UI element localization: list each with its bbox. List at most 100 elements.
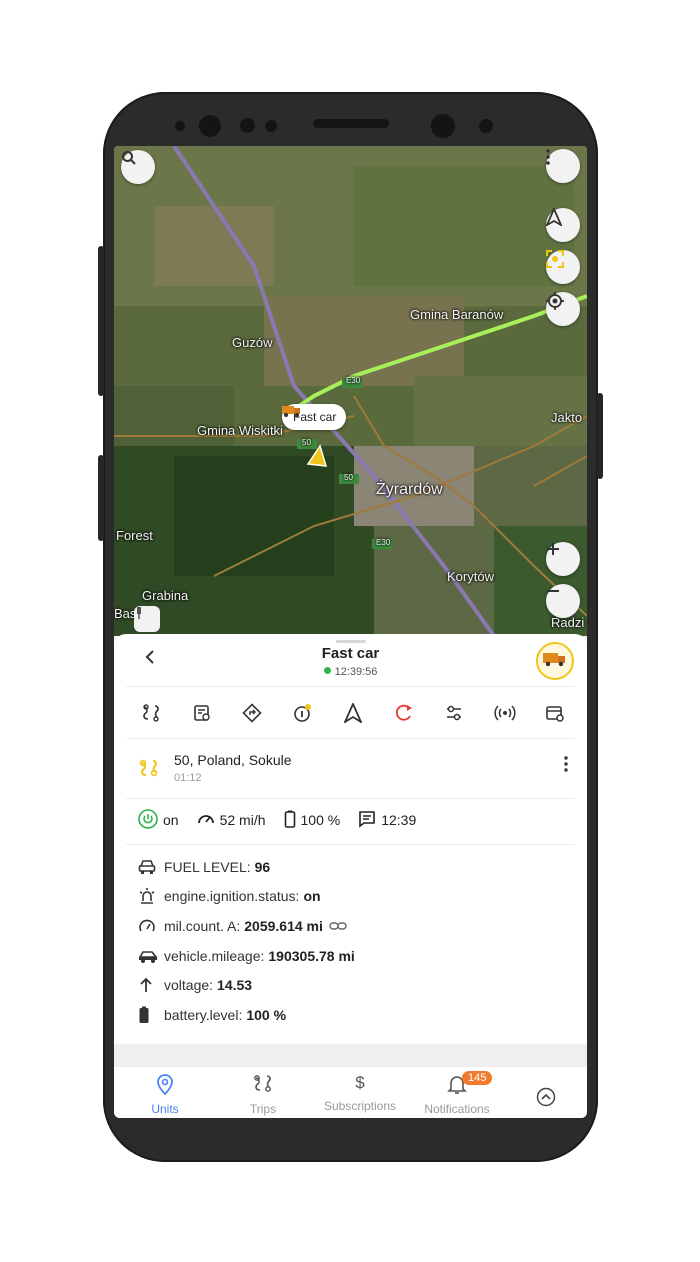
ignition-stat: on [138,808,179,832]
divider [126,844,575,845]
map-label-city: Żyrardów [376,481,443,498]
navigate-button[interactable] [340,701,366,728]
unit-name: Fast car [321,645,380,662]
sensor-dot [479,119,493,133]
road-number: 50 [344,473,353,482]
param-label: FUEL LEVEL: [164,858,251,875]
param-label: engine.ignition.status: [164,888,300,905]
map-layer-button[interactable] [134,606,160,632]
unit-direction-pointer[interactable] [306,444,330,468]
speedometer-icon [197,810,215,831]
address-row[interactable]: 50, Poland, Sokule 01:12 [138,750,568,790]
report-icon [192,703,212,728]
battery-value: 100 % [300,812,341,828]
sliders-icon [444,703,464,728]
settings-button[interactable] [542,702,568,728]
map-label: Gmina Wiskitki [197,423,283,438]
dollar-icon: $ [355,1073,365,1092]
sensor-dot [240,118,255,133]
unit-avatar[interactable] [536,642,574,680]
address-duration: 01:12 [174,772,202,784]
app-screen: E30 50 50 E30 Gmina Baranów Guzów Gmina … [114,146,587,1118]
param-mil-count: mil.count. A: 2059.614 mi [138,911,568,941]
history-button[interactable] [189,702,215,728]
route-icon [252,1075,274,1098]
trips-button[interactable] [138,702,164,728]
chevron-up-circle-icon [536,1087,556,1111]
param-value: 100 % [246,1006,287,1023]
zoom-in-button[interactable] [546,542,580,576]
bell-icon [447,1076,467,1098]
my-location-button[interactable] [546,292,580,326]
nav-trips[interactable]: Trips [218,1073,308,1116]
sensor-dot [175,121,185,131]
side-button-right [597,393,603,479]
param-value: 14.53 [217,977,253,994]
route-icon [138,758,160,783]
signal-button[interactable] [492,702,518,728]
sensor-dot [265,120,277,132]
side-button-left-lower [98,455,104,541]
sensor-parameters-list: FUEL LEVEL: 96 engine.ignition.status: on … [138,852,568,1030]
nav-notifications[interactable]: 145 Notifications [412,1071,502,1116]
locator-button[interactable] [391,702,417,728]
fuel-info-button[interactable] [290,702,316,728]
nav-units-label: Units [151,1102,179,1116]
vehicle-icon [138,949,160,963]
bottom-navigation: Units Trips $ Subscriptions 145 Notifica… [114,1066,587,1118]
location-pin-icon [156,1074,174,1098]
message-icon [358,810,376,831]
notifications-badge: 145 [462,1071,493,1085]
more-options-button[interactable] [546,149,580,183]
satellite-map [114,146,587,636]
param-label: battery.level: [164,1006,243,1023]
navigation-arrow-icon [342,701,364,728]
car-icon [138,859,160,875]
ignition-icon [138,887,160,905]
map-label: Grabina [142,588,189,603]
route-icon [141,703,161,728]
speed-value: 52 mi/h [219,812,266,828]
drag-handle[interactable] [336,640,366,643]
unit-address: 50, Poland, Sokule [174,752,292,768]
map-label: Jakto [551,410,583,425]
ignition-power-icon [138,808,158,832]
message-time-value: 12:39 [381,812,417,828]
param-ignition-status: engine.ignition.status: on [138,882,568,912]
road-number: E30 [376,538,391,547]
focus-unit-button[interactable] [546,250,580,284]
phone-battery-icon [284,810,296,831]
link-icon[interactable] [329,918,347,934]
expand-menu-button[interactable] [536,1087,556,1112]
truck-icon [543,651,567,672]
address-menu-button[interactable] [564,756,568,777]
unit-marker-bubble[interactable]: Fast car [282,404,347,430]
divider [126,798,575,799]
unit-stats-row: on 52 mi/h 100 % 12:39 [138,806,434,834]
param-value: 190305.78 mi [268,947,355,964]
battery-icon [138,1006,160,1024]
nav-subscriptions-label: Subscriptions [323,1099,397,1113]
param-value: 2059.614 mi [244,917,323,934]
status-dot [323,667,331,674]
battery-stat: 100 % [284,810,341,831]
nav-notifications-label: Notifications [424,1102,490,1116]
nav-units[interactable]: Units [120,1073,210,1116]
unit-last-update: 12:39:56 [114,666,587,678]
nav-subscriptions[interactable]: $ Subscriptions [315,1073,405,1113]
directions-button[interactable] [239,702,265,728]
param-label: mil.count. A: [164,917,241,934]
search-button[interactable] [121,150,155,184]
param-vehicle-mileage: vehicle.mileage: 190305.78 mi [138,941,568,971]
iris-camera [431,114,455,138]
commands-button[interactable] [441,702,467,728]
earpiece-speaker [313,119,389,128]
navigation-mode-button[interactable] [546,208,580,242]
speedometer-icon [138,917,160,935]
param-voltage: voltage: 14.53 [138,970,568,1000]
front-camera [199,115,221,137]
side-button-left [98,246,104,396]
zoom-out-button[interactable] [546,584,580,618]
map-view[interactable]: E30 50 50 E30 Gmina Baranów Guzów Gmina … [114,146,587,636]
map-label: Korytów [447,569,494,584]
